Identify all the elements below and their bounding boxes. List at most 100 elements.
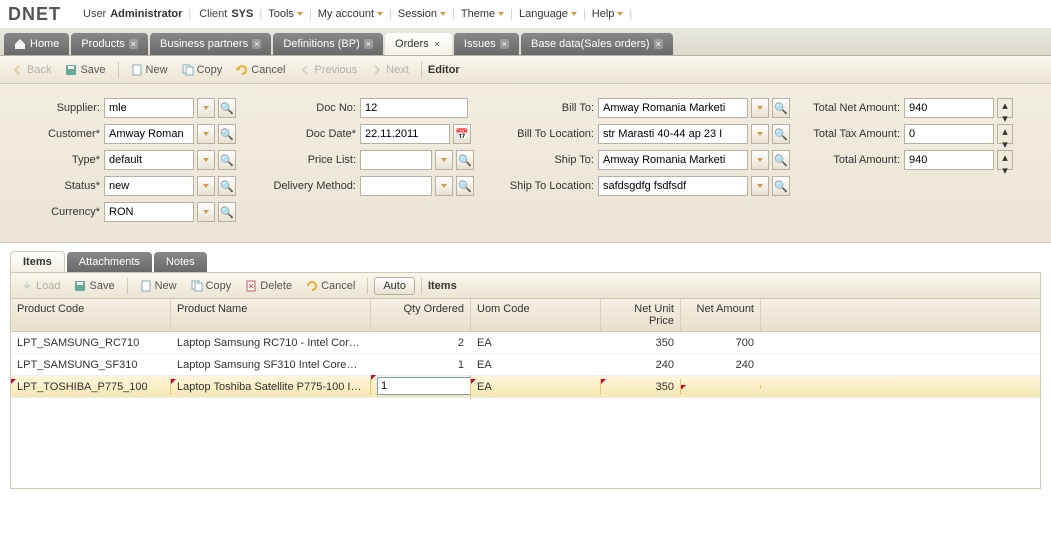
col-uom[interactable]: Uom Code <box>471 299 601 331</box>
dropdown-icon[interactable] <box>435 176 453 196</box>
lookup-icon[interactable]: 🔍 <box>456 176 474 196</box>
lookup-icon[interactable]: 🔍 <box>772 150 790 170</box>
cell-name[interactable]: Laptop Samsung SF310 Intel CoreTM… <box>171 357 371 373</box>
prev-button[interactable]: Previous <box>294 62 364 78</box>
cell-amt[interactable] <box>681 385 761 389</box>
col-price[interactable]: Net Unit Price <box>601 299 681 331</box>
cell-code[interactable]: LPT_SAMSUNG_RC710 <box>11 335 171 351</box>
cell-amt[interactable]: 700 <box>681 335 761 351</box>
dropdown-icon[interactable] <box>751 176 769 196</box>
cell-uom[interactable]: EA <box>471 357 601 373</box>
grid-save-button[interactable]: Save <box>68 278 120 294</box>
totalamt-input[interactable] <box>904 150 994 170</box>
dropdown-icon[interactable] <box>751 98 769 118</box>
tab-products[interactable]: Products× <box>71 33 148 55</box>
dropdown-icon[interactable] <box>197 150 215 170</box>
tab-notes[interactable]: Notes <box>154 252 207 272</box>
lookup-icon[interactable]: 🔍 <box>772 124 790 144</box>
col-product-name[interactable]: Product Name <box>171 299 371 331</box>
cell-qty[interactable]: 2 <box>371 335 471 351</box>
grid-row[interactable]: LPT_SAMSUNG_RC710Laptop Samsung RC710 - … <box>11 332 1040 354</box>
spinner[interactable]: ▴▾ <box>997 124 1013 144</box>
col-product-code[interactable]: Product Code <box>11 299 171 331</box>
grid-delete-button[interactable]: Delete <box>239 278 298 294</box>
close-icon[interactable]: × <box>252 39 261 49</box>
cancel-button[interactable]: Cancel <box>230 62 291 78</box>
grid-new-button[interactable]: New <box>134 278 183 294</box>
cell-code[interactable]: LPT_SAMSUNG_SF310 <box>11 357 171 373</box>
tab-home[interactable]: Home <box>4 33 69 55</box>
close-icon[interactable]: × <box>500 39 509 49</box>
delivery-input[interactable] <box>360 176 432 196</box>
lookup-icon[interactable]: 🔍 <box>218 176 236 196</box>
customer-input[interactable] <box>104 124 194 144</box>
spinner[interactable]: ▴▾ <box>997 98 1013 118</box>
copy-button[interactable]: Copy <box>176 62 229 78</box>
totaltax-input[interactable] <box>904 124 994 144</box>
dropdown-icon[interactable] <box>197 202 215 222</box>
col-amount[interactable]: Net Amount <box>681 299 761 331</box>
tab-attachments[interactable]: Attachments <box>67 252 152 272</box>
cell-price[interactable]: 350 <box>601 379 681 395</box>
grid-cancel-button[interactable]: Cancel <box>300 278 361 294</box>
tab-business-partners[interactable]: Business partners× <box>150 33 271 55</box>
docno-input[interactable] <box>360 98 468 118</box>
tab-definitions-bp-[interactable]: Definitions (BP)× <box>273 33 383 55</box>
menu-tools[interactable]: Tools <box>268 8 303 20</box>
dropdown-icon[interactable] <box>197 176 215 196</box>
menu-help[interactable]: Help <box>592 8 624 20</box>
totalnet-input[interactable] <box>904 98 994 118</box>
close-icon[interactable]: × <box>654 39 663 49</box>
cell-qty[interactable]: ▴▾ <box>371 375 471 399</box>
close-icon[interactable]: × <box>129 39 138 49</box>
qty-input[interactable] <box>377 377 471 395</box>
close-icon[interactable]: × <box>433 39 442 49</box>
menu-theme[interactable]: Theme <box>461 8 504 20</box>
tab-base-data-sales-orders-[interactable]: Base data(Sales orders)× <box>521 33 673 55</box>
tab-items[interactable]: Items <box>10 251 65 272</box>
lookup-icon[interactable]: 🔍 <box>218 150 236 170</box>
close-icon[interactable]: × <box>364 39 373 49</box>
pricelist-input[interactable] <box>360 150 432 170</box>
lookup-icon[interactable]: 🔍 <box>772 98 790 118</box>
menu-language[interactable]: Language <box>519 8 577 20</box>
grid-row[interactable]: LPT_TOSHIBA_P775_100Laptop Toshiba Satel… <box>11 376 1040 398</box>
lookup-icon[interactable]: 🔍 <box>218 124 236 144</box>
cell-name[interactable]: Laptop Toshiba Satellite P775-100 In… <box>171 379 371 395</box>
grid-copy-button[interactable]: Copy <box>185 278 238 294</box>
status-input[interactable] <box>104 176 194 196</box>
supplier-input[interactable] <box>104 98 194 118</box>
cell-name[interactable]: Laptop Samsung RC710 - Intel CoreT… <box>171 335 371 351</box>
new-button[interactable]: New <box>125 62 174 78</box>
type-input[interactable] <box>104 150 194 170</box>
currency-input[interactable] <box>104 202 194 222</box>
cell-price[interactable]: 240 <box>601 357 681 373</box>
dropdown-icon[interactable] <box>197 124 215 144</box>
lookup-icon[interactable]: 🔍 <box>772 176 790 196</box>
docdate-input[interactable] <box>360 124 450 144</box>
billloc-input[interactable] <box>598 124 748 144</box>
lookup-icon[interactable]: 🔍 <box>218 202 236 222</box>
grid-row[interactable]: LPT_SAMSUNG_SF310Laptop Samsung SF310 In… <box>11 354 1040 376</box>
lookup-icon[interactable]: 🔍 <box>456 150 474 170</box>
menu-myaccount[interactable]: My account <box>318 8 383 20</box>
cell-uom[interactable]: EA <box>471 335 601 351</box>
save-button[interactable]: Save <box>59 62 111 78</box>
dropdown-icon[interactable] <box>751 124 769 144</box>
menu-session[interactable]: Session <box>398 8 446 20</box>
col-qty[interactable]: Qty Ordered <box>371 299 471 331</box>
back-button[interactable]: Back <box>6 62 57 78</box>
cell-code[interactable]: LPT_TOSHIBA_P775_100 <box>11 379 171 395</box>
calendar-icon[interactable]: 📅 <box>453 124 471 144</box>
lookup-icon[interactable]: 🔍 <box>218 98 236 118</box>
cell-amt[interactable]: 240 <box>681 357 761 373</box>
auto-button[interactable]: Auto <box>374 277 415 295</box>
dropdown-icon[interactable] <box>197 98 215 118</box>
shipto-input[interactable] <box>598 150 748 170</box>
billto-input[interactable] <box>598 98 748 118</box>
dropdown-icon[interactable] <box>435 150 453 170</box>
dropdown-icon[interactable] <box>751 150 769 170</box>
load-button[interactable]: Load <box>15 278 66 294</box>
tab-issues[interactable]: Issues× <box>454 33 519 55</box>
cell-price[interactable]: 350 <box>601 335 681 351</box>
